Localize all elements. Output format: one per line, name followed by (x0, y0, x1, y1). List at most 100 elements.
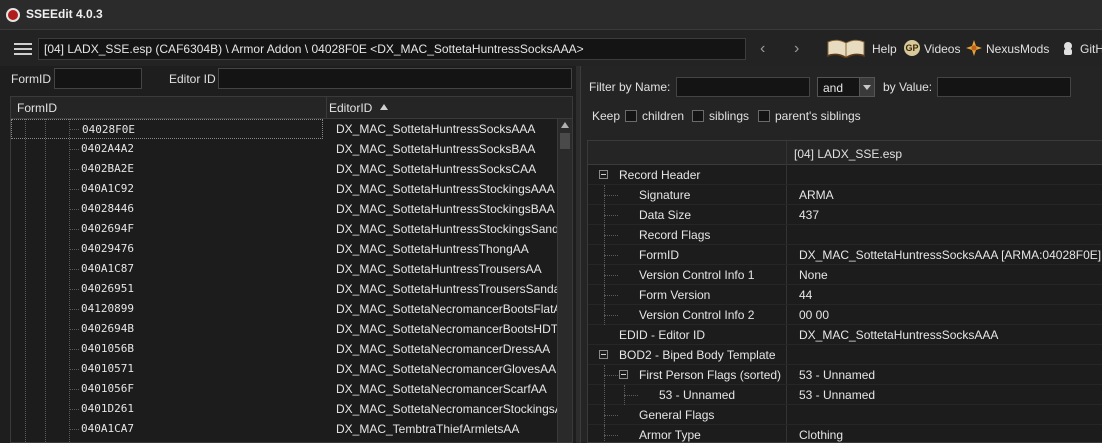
parents-siblings-label[interactable]: parent's siblings (775, 109, 861, 123)
table-row[interactable]: 0401056F DX_MAC_SottetaNecromancerScarfAA (11, 379, 558, 399)
record-path-field[interactable]: [04] LADX_SSE.esp (CAF6304B) \ Armor Add… (38, 38, 746, 60)
editorid-cell: DX_MAC_SottetaNecromancerStockingsA (336, 402, 558, 416)
field-name: Version Control Info 1 (639, 268, 755, 282)
github-icon[interactable] (1060, 40, 1076, 56)
tree-guide-line (604, 255, 618, 256)
editorid-cell: DX_MAC_SottetaHuntressSocksAAA (336, 122, 536, 136)
scroll-thumb[interactable] (560, 133, 570, 149)
formid-column-header[interactable]: FormID (17, 101, 57, 115)
collapse-icon[interactable] (599, 170, 608, 179)
filter-by-value-input[interactable] (937, 77, 1071, 97)
table-row[interactable]: 040A1C92 DX_MAC_SottetaHuntressStockingsA… (11, 179, 558, 199)
table-row[interactable]: 0402694B DX_MAC_SottetaNecromancerBootsHD… (11, 319, 558, 339)
table-row[interactable]: 04010571 DX_MAC_SottetaNecromancerGlovesA… (11, 359, 558, 379)
record-field-row[interactable]: General Flags (588, 405, 1102, 425)
record-field-row[interactable]: Form Version 44 (588, 285, 1102, 305)
tree-guide-line (604, 415, 618, 416)
formid-cell: 040A1C92 (81, 182, 134, 195)
record-view[interactable]: [04] LADX_SSE.esp Record Header Signature… (587, 140, 1102, 443)
table-row[interactable]: 0402A4A2 DX_MAC_SottetaHuntressSocksBAA (11, 139, 558, 159)
record-field-row[interactable]: EDID - Editor ID DX_MAC_SottetaHuntressSo… (588, 325, 1102, 345)
record-field-row[interactable]: Signature ARMA (588, 185, 1102, 205)
tree-guide-line (604, 215, 618, 216)
field-value: 437 (799, 208, 820, 222)
table-row[interactable]: 04028F0E DX_MAC_SottetaHuntressSocksAAA (11, 119, 558, 139)
back-icon[interactable]: ‹ (760, 40, 765, 58)
filter-logic-select[interactable]: and (817, 77, 875, 97)
table-row[interactable]: 04028446 DX_MAC_SottetaHuntressStockingsB… (11, 199, 558, 219)
tree-scrollbar[interactable] (557, 119, 572, 442)
tree-guide-line (604, 315, 618, 316)
editorid-cell: DX_MAC_SottetaHuntressStockingsAAA (336, 182, 555, 196)
book-icon[interactable] (826, 38, 866, 58)
record-view-header: [04] LADX_SSE.esp (588, 141, 1102, 165)
field-value: 00 00 (799, 308, 830, 322)
help-link[interactable]: Help (872, 42, 897, 56)
formid-filter-label: FormID (11, 72, 51, 86)
table-row[interactable]: 04026951 DX_MAC_SottetaHuntressTrousersSa… (11, 279, 558, 299)
parents-siblings-checkbox[interactable] (758, 110, 770, 122)
forward-icon[interactable]: › (794, 40, 799, 58)
formid-cell: 0401056F (81, 382, 134, 395)
record-field-row[interactable]: BOD2 - Biped Body Template (588, 345, 1102, 365)
table-row[interactable]: 0401D261 DX_MAC_SottetaNecromancerStockin… (11, 399, 558, 419)
record-field-row[interactable]: Record Flags (588, 225, 1102, 245)
table-row[interactable]: 0402694F DX_MAC_SottetaHuntressStockingsS… (11, 219, 558, 239)
column-separator[interactable] (326, 97, 327, 119)
github-link[interactable]: GitH (1080, 42, 1102, 56)
children-label[interactable]: children (642, 109, 684, 123)
children-checkbox[interactable] (625, 110, 637, 122)
formid-cell: 0402694F (81, 222, 134, 235)
formid-cell: 0401D261 (81, 402, 134, 415)
plugin-column-header[interactable]: [04] LADX_SSE.esp (794, 147, 902, 161)
gp-icon[interactable]: GP (904, 40, 920, 56)
siblings-label[interactable]: siblings (709, 109, 749, 123)
record-field-row[interactable]: Version Control Info 2 00 00 (588, 305, 1102, 325)
field-name: Record Flags (639, 228, 711, 242)
field-value: DX_MAC_SottetaHuntressSocksAAA [ARMA:040… (799, 248, 1102, 262)
field-value: DX_MAC_SottetaHuntressSocksAAA (799, 328, 999, 342)
filter-by-name-input[interactable] (676, 77, 810, 97)
tree-guide-line (604, 195, 618, 196)
field-name: General Flags (639, 408, 715, 422)
scroll-up-icon[interactable] (561, 122, 569, 128)
table-row[interactable]: 040A1C87 DX_MAC_SottetaHuntressTrousersAA (11, 259, 558, 279)
nexus-icon[interactable] (966, 40, 982, 56)
editorid-column-header[interactable]: EditorID (329, 101, 372, 115)
siblings-checkbox[interactable] (692, 110, 704, 122)
table-row[interactable]: 0401056B DX_MAC_SottetaNecromancerDressAA (11, 339, 558, 359)
record-field-row[interactable]: First Person Flags (sorted) 53 - Unnamed (588, 365, 1102, 385)
tree-guide-line (624, 395, 638, 396)
menu-icon[interactable] (14, 43, 32, 55)
table-row[interactable]: 04120899 DX_MAC_SottetaNecromancerBootsFl… (11, 299, 558, 319)
record-field-row[interactable]: Record Header (588, 165, 1102, 185)
record-field-row[interactable]: Version Control Info 1 None (588, 265, 1102, 285)
nexusmods-link[interactable]: NexusMods (986, 42, 1049, 56)
formid-cell: 0402694B (81, 322, 134, 335)
table-row[interactable]: 0402BA2E DX_MAC_SottetaHuntressSocksCAA (11, 159, 558, 179)
record-tree[interactable]: FormID EditorID 04028F0E DX_MAC_SottetaHu… (10, 96, 573, 443)
collapse-icon[interactable] (599, 350, 608, 359)
filter-by-name-label: Filter by Name: (589, 80, 671, 94)
field-name: First Person Flags (sorted) (639, 368, 782, 382)
record-field-row[interactable]: 53 - Unnamed 53 - Unnamed (588, 385, 1102, 405)
chevron-down-icon[interactable] (859, 78, 874, 96)
editorid-cell: DX_MAC_SottetaNecromancerBootsHDTA (336, 322, 558, 336)
videos-link[interactable]: Videos (924, 42, 960, 56)
formid-cell: 04029476 (81, 242, 134, 255)
editorid-filter-input[interactable] (218, 68, 572, 89)
formid-filter-input[interactable] (54, 68, 142, 89)
collapse-icon[interactable] (619, 370, 628, 379)
field-value: 53 - Unnamed (799, 388, 876, 402)
tree-guide-line (604, 435, 618, 436)
record-field-row[interactable]: Armor Type Clothing (588, 425, 1102, 442)
table-row[interactable]: 04029476 DX_MAC_SottetaHuntressThongAA (11, 239, 558, 259)
record-field-row[interactable]: FormID DX_MAC_SottetaHuntressSocksAAA [AR… (588, 245, 1102, 265)
tree-header: FormID EditorID (11, 97, 572, 119)
app-logo-icon (6, 8, 20, 22)
table-row[interactable]: 040A1CA7 DX_MAC_TembtraThiefArmletsAA (11, 419, 558, 439)
field-value: Clothing (799, 428, 844, 442)
record-field-row[interactable]: Data Size 437 (588, 205, 1102, 225)
tree-guide-line (604, 385, 605, 405)
tree-guide-line (604, 275, 618, 276)
